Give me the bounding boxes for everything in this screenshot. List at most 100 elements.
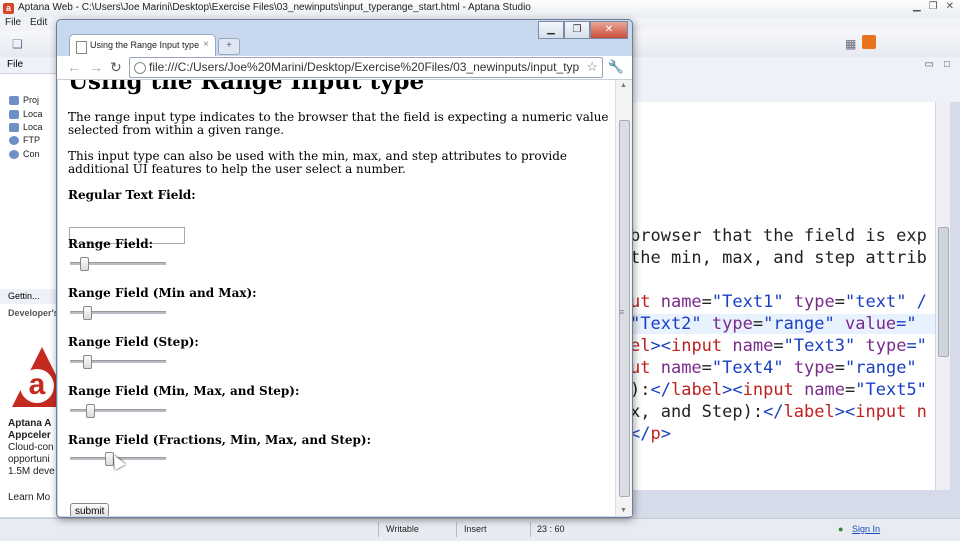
scroll-down-icon[interactable]: ▼	[620, 507, 627, 514]
code-line: </p>	[630, 424, 671, 444]
range-min-max-step-label: Range Field (Min, Max, and Step):	[68, 384, 300, 398]
learn-more-link[interactable]: Learn Mo	[8, 492, 50, 503]
close-icon[interactable]: ✕	[590, 21, 628, 39]
restore-icon[interactable]: ❐	[929, 1, 938, 15]
code-line: ):</label><input name="Text5"	[630, 380, 927, 400]
code-token: value	[834, 314, 897, 334]
range-step-label: Range Field (Step):	[68, 335, 199, 349]
range-min-max-step-slider[interactable]	[70, 404, 166, 418]
code-token: label	[783, 402, 835, 422]
local-icon	[9, 123, 19, 132]
web-perspective-icon[interactable]	[862, 35, 876, 49]
project-icon	[9, 96, 19, 105]
editor-header: ▭ □	[630, 57, 960, 102]
status-writable: Writable	[386, 524, 419, 534]
code-token: input	[670, 336, 733, 356]
forward-icon[interactable]: →	[89, 59, 103, 75]
code-token: name	[804, 380, 846, 400]
explorer-item[interactable]: Loca	[23, 122, 43, 132]
code-editor[interactable]: browser that the field is exp the min, ma…	[630, 102, 935, 490]
submit-button[interactable]: submit	[70, 503, 110, 516]
close-icon[interactable]: ✕	[946, 1, 954, 15]
new-tab-button[interactable]: +	[218, 38, 240, 55]
getting-started-tab[interactable]: Gettin...	[8, 291, 40, 301]
code-token: ><	[834, 402, 856, 422]
minimize-icon[interactable]: ▁	[538, 21, 564, 39]
wrench-menu-icon[interactable]: 🔧	[608, 59, 624, 75]
slider-thumb[interactable]	[83, 355, 92, 369]
minimize-icon[interactable]: ▁	[913, 1, 921, 15]
range-step-slider[interactable]	[70, 355, 166, 369]
maximize-view-icon[interactable]: □	[944, 59, 950, 70]
slider-thumb[interactable]	[83, 306, 92, 320]
address-bar[interactable]: file:///C:/Users/Joe%20Marini/Desktop/Ex…	[129, 57, 603, 78]
url-text: file:///C:/Users/Joe%20Marini/Desktop/Ex…	[149, 60, 579, 74]
project-explorer-panel: File Proj Loca Loca FTP Con	[0, 57, 58, 287]
back-icon[interactable]: ←	[67, 59, 81, 75]
page-info-icon[interactable]	[134, 62, 146, 74]
bookmark-star-icon[interactable]: ☆	[586, 59, 598, 75]
code-token: ="	[906, 336, 927, 356]
range-fractions-label: Range Field (Fractions, Min, Max, and St…	[68, 433, 372, 447]
code-token: input	[742, 380, 805, 400]
explorer-item[interactable]: Loca	[23, 109, 43, 119]
browser-toolbar: ← → ↻ file:///C:/Users/Joe%20Marini/Desk…	[57, 56, 632, 80]
new-file-icon[interactable]: ❏	[12, 37, 23, 51]
promo-title: Aptana A	[8, 418, 52, 429]
slider-thumb[interactable]	[80, 257, 89, 271]
editor-scrollbar[interactable]	[935, 102, 950, 490]
explorer-item[interactable]: Con	[23, 149, 40, 159]
ide-status-bar: Writable Insert 23 : 60 ● Sign In	[0, 518, 960, 541]
restore-icon[interactable]: ❐	[564, 21, 590, 39]
explorer-item[interactable]: FTP	[23, 135, 40, 145]
code-token: =	[834, 358, 846, 378]
explorer-item[interactable]: Proj	[23, 95, 39, 105]
code-token: type	[855, 336, 907, 356]
code-token: </	[763, 402, 784, 422]
code-token: name	[660, 292, 702, 312]
code-token: label	[670, 380, 723, 400]
getting-started-panel: Gettin... Developer's a Aptana A Appcele…	[0, 287, 72, 517]
browser-window-controls: ▁ ❐ ✕	[538, 21, 628, 39]
code-line: the min, max, and step attrib	[630, 248, 927, 268]
page-icon	[76, 41, 87, 54]
perspective-icon[interactable]: ▦	[845, 37, 856, 51]
minimize-view-icon[interactable]: ▭	[925, 59, 934, 70]
code-line: "Text2" type="range" value="	[630, 314, 935, 334]
code-token: input n	[855, 402, 927, 422]
slider-thumb[interactable]	[86, 404, 95, 418]
intro-paragraph: The range input type indicates to the br…	[68, 110, 609, 137]
sign-in-link[interactable]: Sign In	[852, 524, 880, 534]
status-position: 23 : 60	[537, 524, 565, 534]
menu-file[interactable]: File	[5, 17, 21, 28]
code-token: name	[660, 358, 702, 378]
code-token: ):	[630, 380, 651, 400]
ftp-icon	[9, 136, 19, 145]
code-token: "range"	[763, 314, 835, 334]
promo-title: Appceler	[8, 430, 51, 441]
range-min-max-slider[interactable]	[70, 306, 166, 320]
developers-label: Developer's	[8, 308, 59, 318]
menu-edit[interactable]: Edit	[30, 17, 47, 28]
scroll-up-icon[interactable]: ▲	[620, 82, 627, 89]
ide-window-controls: ▁ ❐ ✕	[884, 1, 954, 15]
page-scrollbar[interactable]: ▲ ≡ ▼	[615, 80, 632, 516]
browser-tab[interactable]: Using the Range Input type ×	[69, 34, 216, 57]
code-token: type	[701, 314, 753, 334]
code-token: type	[783, 292, 835, 312]
code-token: el	[630, 336, 651, 356]
range-slider[interactable]	[70, 257, 166, 271]
connection-icon	[9, 150, 19, 159]
close-tab-icon[interactable]: ×	[203, 39, 209, 50]
project-explorer-header: File	[0, 57, 57, 74]
code-token: ut	[630, 358, 661, 378]
reload-icon[interactable]: ↻	[110, 59, 122, 76]
code-token: ="	[896, 314, 917, 334]
project-explorer-tab[interactable]: File	[7, 59, 23, 70]
code-token: ><	[722, 380, 743, 400]
slider-track	[70, 409, 166, 412]
code-token: type	[783, 358, 835, 378]
code-token: p	[650, 424, 661, 444]
scrollbar-thumb[interactable]	[938, 227, 949, 357]
code-token: "Text5"	[855, 380, 927, 400]
